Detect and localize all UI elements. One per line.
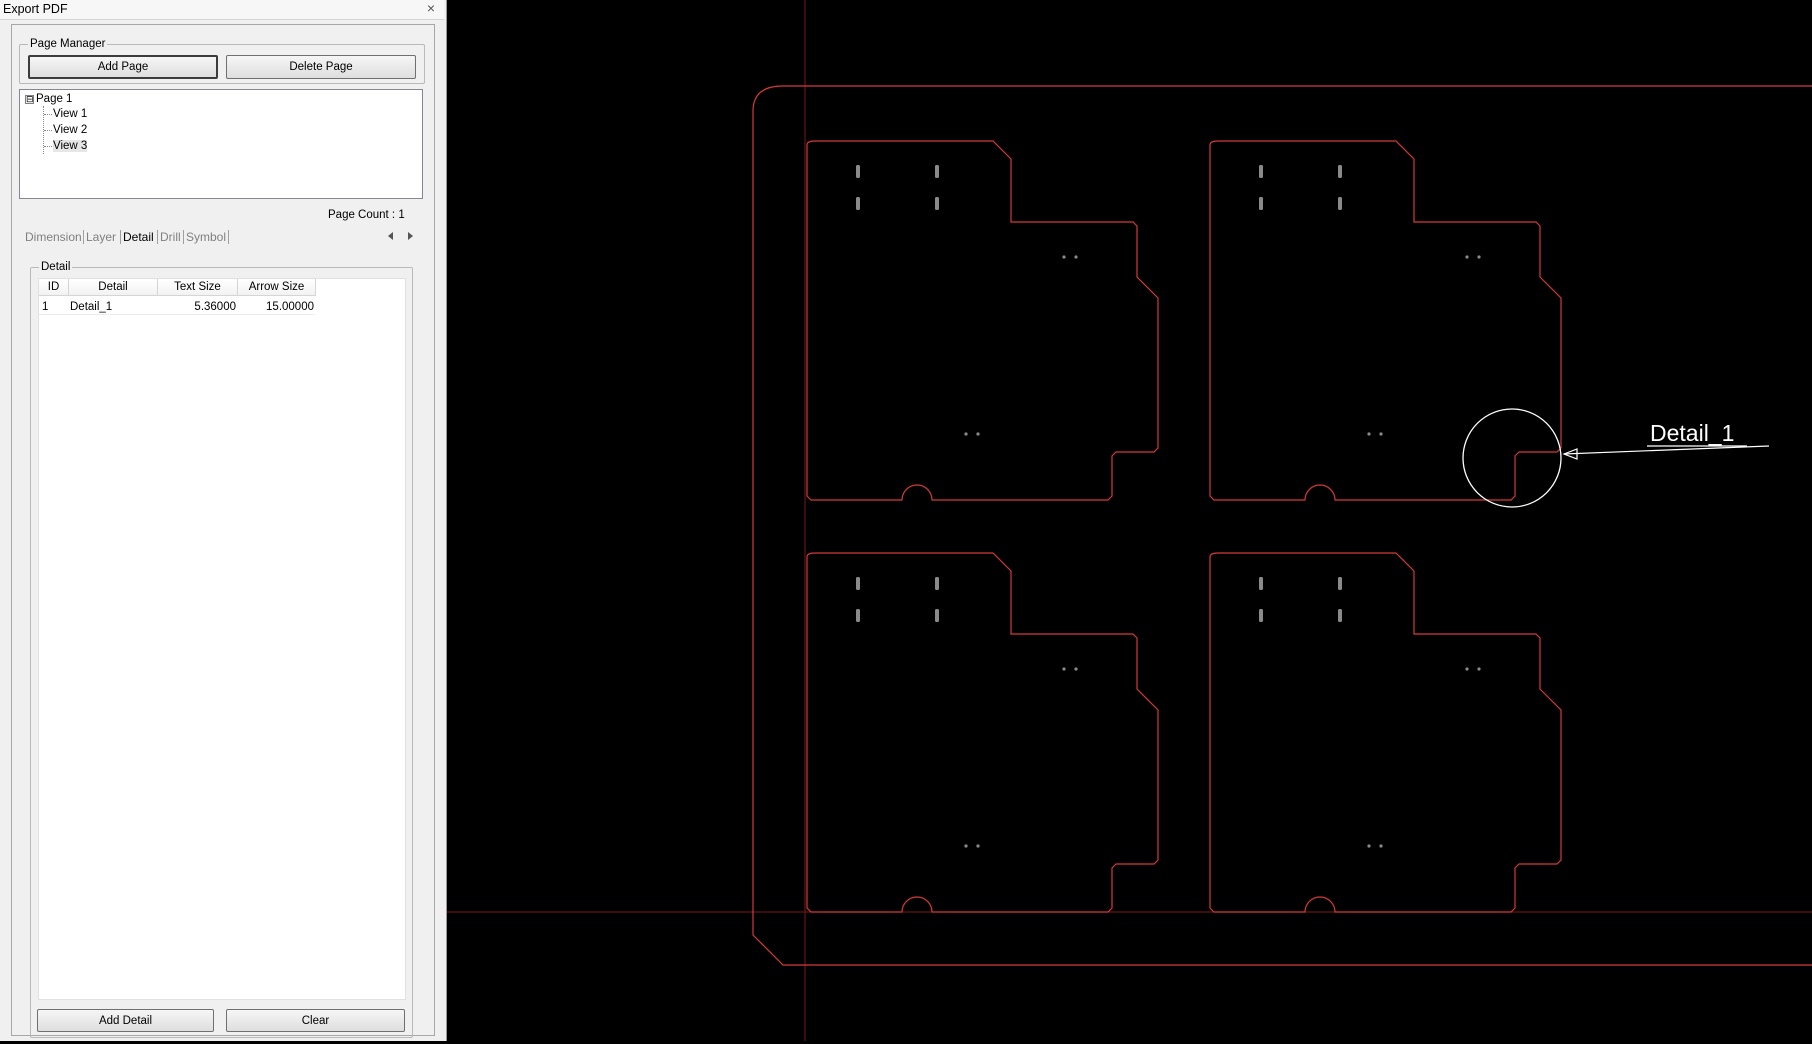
slot-hole (856, 165, 860, 178)
tree-connector (44, 114, 52, 115)
slot-hole (856, 609, 860, 622)
drill-hole (1074, 255, 1078, 259)
slot-hole (935, 197, 939, 210)
tab-symbol[interactable]: Symbol (186, 230, 226, 244)
tab-dimension[interactable]: Dimension (25, 230, 82, 244)
close-icon[interactable]: × (424, 1, 438, 16)
board-outline (1209, 140, 1562, 501)
slot-hole (1259, 577, 1263, 590)
tree-node-view[interactable]: View 2 (53, 123, 87, 137)
slot-hole (856, 577, 860, 590)
tab-separator (183, 230, 184, 244)
drill-hole (976, 432, 980, 436)
slot-hole (935, 609, 939, 622)
cad-drawing[interactable]: Detail_1 (447, 0, 1812, 1041)
drill-hole (1062, 255, 1066, 259)
page-count: Page Count : 1 (328, 209, 405, 221)
detail-leader-line (1563, 445, 1770, 455)
tree-node-label: View 1 (53, 108, 88, 120)
panel-title: Export PDF (3, 2, 68, 16)
tab-layer[interactable]: Layer (86, 230, 116, 244)
slot-hole (856, 197, 860, 210)
page-tree[interactable]: ⊟ Page 1 View 1 View 2 View 3 (19, 89, 423, 199)
tab-drill[interactable]: Drill (160, 230, 181, 244)
drill-hole (1379, 432, 1383, 436)
panel-frame-outline (752, 85, 1812, 966)
tree-collapse-icon[interactable]: ⊟ (25, 95, 34, 104)
column-header-arrow-size[interactable]: Arrow Size (238, 279, 316, 296)
tree-node-label: Page 1 (36, 93, 73, 105)
slot-hole (1259, 197, 1263, 210)
tree-node-view[interactable]: View 1 (53, 107, 87, 121)
drill-hole (1367, 844, 1371, 848)
tab-separator (83, 230, 84, 244)
column-header-detail[interactable]: Detail (69, 279, 158, 296)
detail-legend: Detail (41, 261, 71, 273)
cell-id: 1 (42, 301, 49, 313)
tab-detail[interactable]: Detail (123, 230, 154, 244)
tree-node-label: View 3 (53, 140, 88, 152)
detail-callout-circle[interactable] (1462, 408, 1562, 508)
slot-hole (1338, 165, 1342, 178)
tab-scroll-left-icon[interactable] (388, 232, 393, 240)
drawing-canvas[interactable]: Detail_1 (447, 0, 1812, 1041)
drill-hole (1465, 667, 1469, 671)
column-header-text-size[interactable]: Text Size (158, 279, 238, 296)
tab-separator (157, 230, 158, 244)
drill-hole (1379, 844, 1383, 848)
clear-button[interactable]: Clear (226, 1009, 405, 1032)
detail-label[interactable]: Detail_1 (1650, 420, 1734, 446)
drill-hole (1465, 255, 1469, 259)
detail-list[interactable]: ID Detail Text Size Arrow Size 1 Detail_… (38, 278, 406, 1000)
add-detail-button[interactable]: Add Detail (37, 1009, 214, 1032)
tab-separator (228, 230, 229, 244)
drill-hole (1367, 432, 1371, 436)
tab-separator (120, 230, 121, 244)
slot-hole (1338, 197, 1342, 210)
drill-hole (1062, 667, 1066, 671)
board-features (856, 165, 1481, 848)
page-manager-legend: Page Manager (30, 38, 106, 50)
tree-node-label: View 2 (53, 124, 88, 136)
drill-hole (964, 432, 968, 436)
slot-hole (1259, 165, 1263, 178)
tree-node-view-selected[interactable]: View 3 (53, 139, 88, 153)
cell-detail: Detail_1 (70, 301, 113, 313)
slot-hole (1259, 609, 1263, 622)
cell-arrow-size: 15.00000 (266, 301, 314, 313)
tab-strip: Dimension Layer Detail Drill Symbol (20, 227, 424, 247)
slot-hole (935, 165, 939, 178)
cell-text-size: 5.36000 (194, 301, 236, 313)
export-pdf-panel: Export PDF × Page Manager Add Page Delet… (0, 0, 447, 1041)
board-outline (806, 552, 1159, 913)
slot-hole (1338, 577, 1342, 590)
tree-connector (44, 130, 52, 131)
board-outlines (806, 140, 1562, 913)
tab-scroll-right-icon[interactable] (408, 232, 413, 240)
delete-page-button[interactable]: Delete Page (226, 55, 416, 79)
panel-title-bar: Export PDF × (0, 0, 444, 20)
board-outline (806, 140, 1159, 501)
board-outline (1209, 552, 1562, 913)
drill-hole (976, 844, 980, 848)
drill-hole (1477, 667, 1481, 671)
tree-connector (44, 146, 52, 147)
drill-hole (1477, 255, 1481, 259)
drill-hole (964, 844, 968, 848)
drill-hole (1074, 667, 1078, 671)
tree-node-page[interactable]: Page 1 (36, 92, 72, 106)
column-header-id[interactable]: ID (39, 279, 69, 296)
slot-hole (1338, 609, 1342, 622)
add-page-button[interactable]: Add Page (28, 55, 218, 79)
slot-hole (935, 577, 939, 590)
